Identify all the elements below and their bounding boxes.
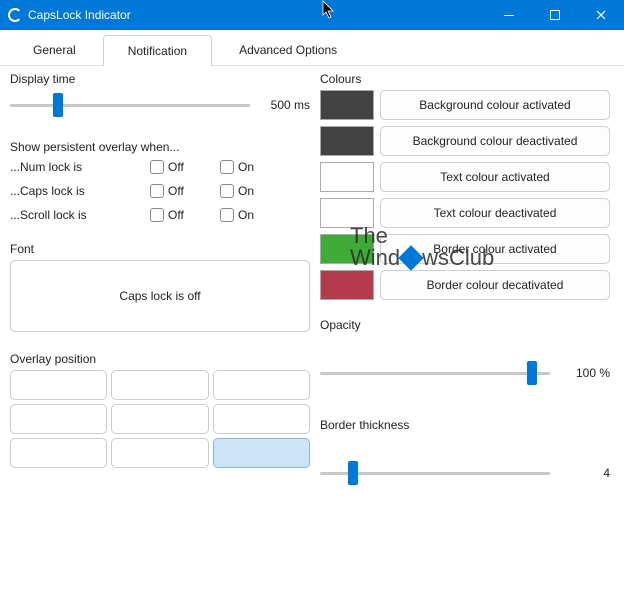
border-slider[interactable] — [320, 458, 550, 488]
tab-advanced[interactable]: Advanced Options — [214, 34, 362, 65]
pos-bottom-right[interactable] — [213, 438, 310, 468]
pos-top-left[interactable] — [10, 370, 107, 400]
numlock-off-checkbox[interactable]: Off — [150, 160, 220, 174]
capslock-label: ...Caps lock is — [10, 184, 150, 198]
border-activated-button[interactable]: Border colour activated — [380, 234, 610, 264]
display-time-slider[interactable] — [10, 90, 250, 120]
font-preview-button[interactable]: Caps lock is off — [10, 260, 310, 332]
text-deactivated-button[interactable]: Text colour deactivated — [380, 198, 610, 228]
display-time-value: 500 ms — [258, 98, 310, 112]
opacity-slider[interactable] — [320, 358, 550, 388]
pos-middle-left[interactable] — [10, 404, 107, 434]
numlock-label: ...Num lock is — [10, 160, 150, 174]
opacity-thumb[interactable] — [527, 361, 537, 385]
colours-group: Colours Background colour activated Back… — [320, 72, 610, 306]
persistent-overlay-group: Show persistent overlay when... ...Num l… — [10, 126, 310, 222]
bg-deactivated-swatch[interactable] — [320, 126, 374, 156]
font-sample-text: Caps lock is off — [119, 289, 200, 303]
bg-deactivated-button[interactable]: Background colour deactivated — [380, 126, 610, 156]
pos-middle-right[interactable] — [213, 404, 310, 434]
numlock-on-checkbox[interactable]: On — [220, 160, 290, 174]
window-title: CapsLock Indicator — [28, 8, 131, 22]
scrolllock-label: ...Scroll lock is — [10, 208, 150, 222]
text-activated-swatch[interactable] — [320, 162, 374, 192]
colours-title: Colours — [320, 72, 610, 86]
display-time-group: Display time 500 ms — [10, 72, 310, 120]
position-title: Overlay position — [10, 352, 310, 366]
tab-general[interactable]: General — [8, 34, 101, 65]
border-deactivated-button[interactable]: Border colour decativated — [380, 270, 610, 300]
opacity-value: 100 % — [558, 366, 610, 380]
opacity-group: Opacity 100 % — [320, 318, 610, 388]
text-deactivated-swatch[interactable] — [320, 198, 374, 228]
font-group: Font Caps lock is off — [10, 242, 310, 332]
border-activated-swatch[interactable] — [320, 234, 374, 264]
app-icon — [8, 8, 22, 22]
maximize-button[interactable] — [532, 0, 578, 30]
pos-top-right[interactable] — [213, 370, 310, 400]
minimize-button[interactable] — [486, 0, 532, 30]
border-thumb[interactable] — [348, 461, 358, 485]
titlebar: CapsLock Indicator — [0, 0, 624, 30]
pos-middle-center[interactable] — [111, 404, 208, 434]
border-thickness-group: Border thickness 4 — [320, 418, 610, 488]
persistent-title: Show persistent overlay when... — [10, 140, 310, 154]
scrolllock-off-checkbox[interactable]: Off — [150, 208, 220, 222]
opacity-title: Opacity — [320, 318, 610, 332]
tab-notification[interactable]: Notification — [103, 35, 212, 66]
bg-activated-swatch[interactable] — [320, 90, 374, 120]
tab-bar: General Notification Advanced Options — [0, 30, 624, 66]
display-time-thumb[interactable] — [53, 93, 63, 117]
pos-top-center[interactable] — [111, 370, 208, 400]
close-icon — [596, 10, 606, 20]
position-group: Overlay position — [10, 352, 310, 468]
pos-bottom-center[interactable] — [111, 438, 208, 468]
display-time-title: Display time — [10, 72, 310, 86]
border-deactivated-swatch[interactable] — [320, 270, 374, 300]
scrolllock-on-checkbox[interactable]: On — [220, 208, 290, 222]
bg-activated-button[interactable]: Background colour activated — [380, 90, 610, 120]
capslock-off-checkbox[interactable]: Off — [150, 184, 220, 198]
pos-bottom-left[interactable] — [10, 438, 107, 468]
capslock-on-checkbox[interactable]: On — [220, 184, 290, 198]
font-title: Font — [10, 242, 310, 256]
text-activated-button[interactable]: Text colour activated — [380, 162, 610, 192]
border-value: 4 — [558, 466, 610, 480]
border-title: Border thickness — [320, 418, 610, 432]
close-button[interactable] — [578, 0, 624, 30]
